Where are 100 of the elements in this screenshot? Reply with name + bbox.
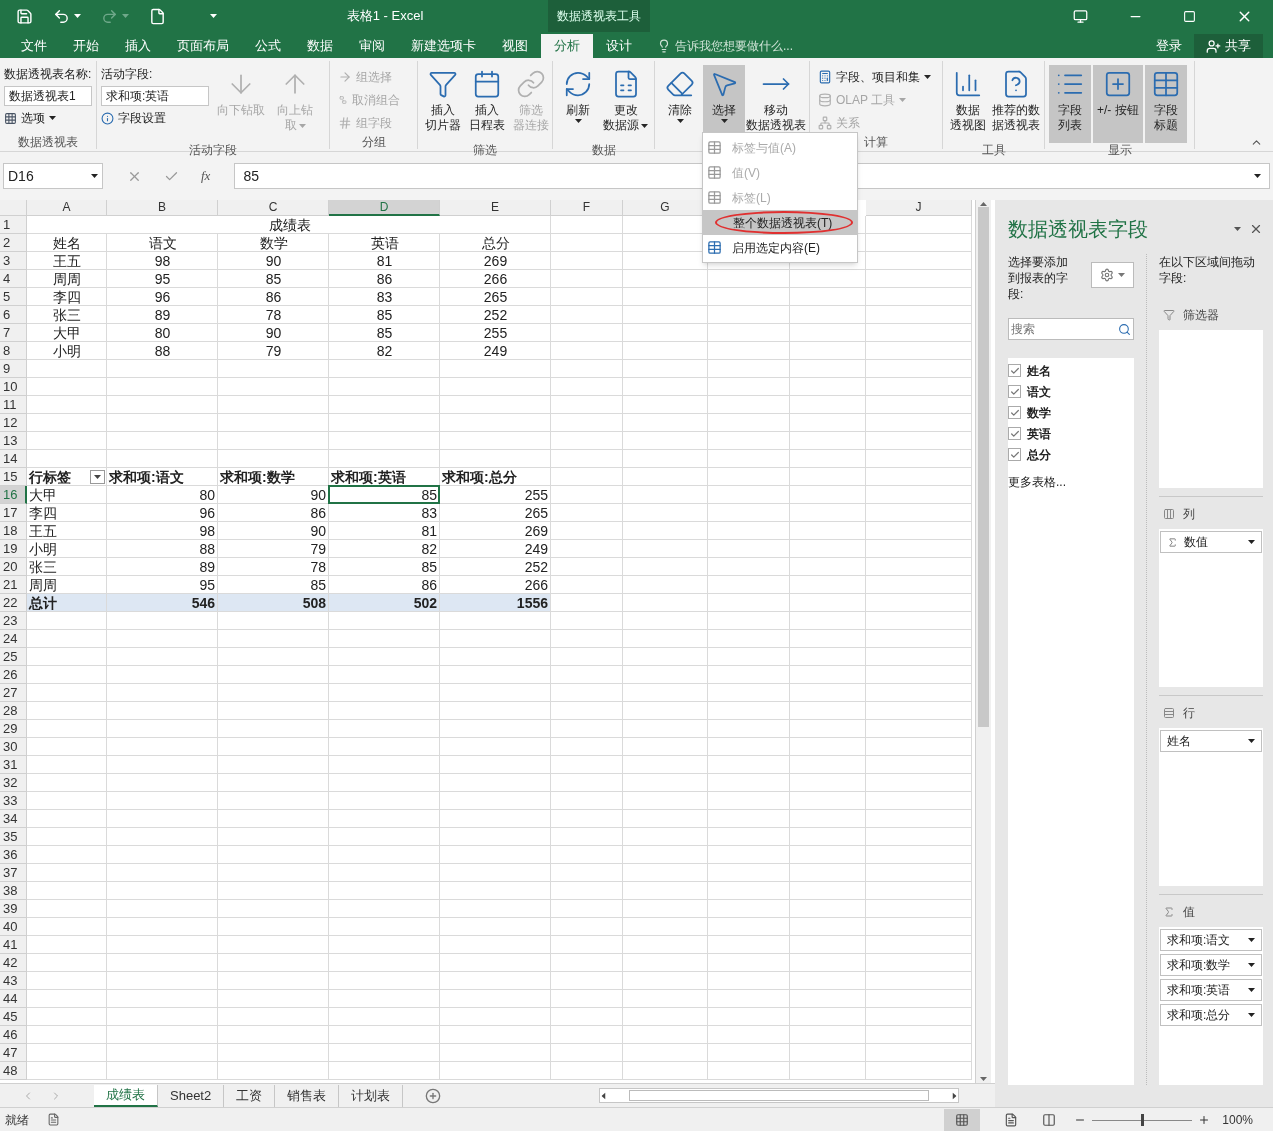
area-field-button[interactable]: 求和项:英语 bbox=[1160, 979, 1262, 1001]
row-header[interactable]: 21 bbox=[0, 576, 27, 594]
row-header[interactable]: 30 bbox=[0, 738, 27, 756]
ribbon-button[interactable]: 字段 列表 bbox=[1049, 65, 1091, 143]
menu-item[interactable]: 启用选定内容(E) bbox=[703, 235, 857, 260]
row-header[interactable]: 45 bbox=[0, 1008, 27, 1026]
area-field-button[interactable]: 数值 bbox=[1160, 531, 1262, 553]
checkbox[interactable] bbox=[1008, 364, 1021, 377]
row-header[interactable]: 23 bbox=[0, 612, 27, 630]
row-header[interactable]: 48 bbox=[0, 1062, 27, 1080]
checkbox[interactable] bbox=[1008, 385, 1021, 398]
row-header[interactable]: 40 bbox=[0, 918, 27, 936]
row-header[interactable]: 19 bbox=[0, 540, 27, 558]
field-checkbox[interactable]: 语文 bbox=[1008, 381, 1134, 402]
checkbox[interactable] bbox=[1008, 406, 1021, 419]
field-checkbox[interactable]: 英语 bbox=[1008, 423, 1134, 444]
row-header[interactable]: 25 bbox=[0, 648, 27, 666]
sign-in-link[interactable]: 登录 bbox=[1144, 34, 1194, 58]
row-header[interactable]: 42 bbox=[0, 954, 27, 972]
row-header[interactable]: 33 bbox=[0, 792, 27, 810]
share-button[interactable]: 共享 bbox=[1194, 34, 1263, 58]
ribbon-button[interactable]: 清除 bbox=[659, 65, 701, 143]
ribbon-tab[interactable]: 插入 bbox=[112, 34, 164, 58]
row-header[interactable]: 26 bbox=[0, 666, 27, 684]
row-header[interactable]: 31 bbox=[0, 756, 27, 774]
row-header[interactable]: 20 bbox=[0, 558, 27, 576]
ribbon-button[interactable]: 插入 日程表 bbox=[466, 65, 508, 143]
row-header[interactable]: 7 bbox=[0, 324, 27, 342]
ribbon-button[interactable]: 数据 透视图 bbox=[947, 65, 989, 143]
row-header[interactable]: 34 bbox=[0, 810, 27, 828]
row-header[interactable]: 38 bbox=[0, 882, 27, 900]
ribbon-tab[interactable]: 设计 bbox=[593, 34, 645, 58]
row-header[interactable]: 35 bbox=[0, 828, 27, 846]
ribbon-tab[interactable]: 公式 bbox=[242, 34, 294, 58]
zoom-level[interactable]: 100% bbox=[1222, 1110, 1253, 1129]
row-header[interactable]: 4 bbox=[0, 270, 27, 288]
row-header[interactable]: 47 bbox=[0, 1044, 27, 1062]
field-checkbox[interactable]: 数学 bbox=[1008, 402, 1134, 423]
drop-area[interactable]: 数值 bbox=[1159, 529, 1263, 687]
sheet-tab[interactable]: 成绩表 bbox=[94, 1084, 158, 1107]
ribbon-tab[interactable]: 新建选项卡 bbox=[398, 34, 489, 58]
row-header[interactable]: 15 bbox=[0, 468, 27, 486]
save-icon[interactable] bbox=[16, 7, 33, 25]
ribbon-tab[interactable]: 审阅 bbox=[346, 34, 398, 58]
ribbon-tab[interactable]: 分析 bbox=[541, 34, 593, 58]
row-header[interactable]: 39 bbox=[0, 900, 27, 918]
new-file-icon[interactable] bbox=[149, 7, 166, 25]
row-header[interactable]: 32 bbox=[0, 774, 27, 792]
pivot-name-field[interactable]: 数据透视表1 bbox=[4, 86, 92, 106]
row-header[interactable]: 24 bbox=[0, 630, 27, 648]
row-header[interactable]: 13 bbox=[0, 432, 27, 450]
add-sheet-icon[interactable] bbox=[425, 1087, 442, 1104]
macro-record-icon[interactable] bbox=[47, 1113, 60, 1126]
normal-view-icon[interactable] bbox=[955, 1112, 970, 1127]
column-header[interactable]: F bbox=[551, 200, 623, 216]
undo-icon[interactable] bbox=[53, 7, 70, 25]
drop-area[interactable]: 姓名 bbox=[1159, 728, 1263, 886]
drop-area[interactable]: 求和项:语文 求和项:数学 求和项:英语 求和项:总分 bbox=[1159, 927, 1263, 1085]
field-settings-button[interactable]: 字段设置 bbox=[101, 109, 209, 127]
row-header[interactable]: 28 bbox=[0, 702, 27, 720]
ribbon-button[interactable]: +/- 按钮 bbox=[1093, 65, 1143, 143]
column-header[interactable]: C bbox=[218, 200, 329, 216]
sheet-tab[interactable]: Sheet2 bbox=[158, 1084, 225, 1107]
ribbon-tab[interactable]: 视图 bbox=[489, 34, 541, 58]
page-layout-icon[interactable] bbox=[1004, 1112, 1019, 1127]
ribbon-display-icon[interactable] bbox=[1073, 8, 1088, 24]
ribbon-button[interactable]: 刷新 bbox=[557, 65, 599, 143]
menu-item[interactable]: 整个数据透视表(T) bbox=[703, 210, 857, 235]
row-header[interactable]: 29 bbox=[0, 720, 27, 738]
row-header[interactable]: 3 bbox=[0, 252, 27, 270]
more-tables-link[interactable]: 更多表格... bbox=[1008, 473, 1134, 491]
zoom-slider[interactable] bbox=[1092, 1113, 1193, 1126]
checkbox[interactable] bbox=[1008, 448, 1021, 461]
row-header[interactable]: 6 bbox=[0, 306, 27, 324]
row-header[interactable]: 16 bbox=[0, 486, 27, 504]
ribbon-tab[interactable]: 数据 bbox=[294, 34, 346, 58]
column-header[interactable]: A bbox=[27, 200, 107, 216]
row-header[interactable]: 9 bbox=[0, 360, 27, 378]
row-header[interactable]: 44 bbox=[0, 990, 27, 1008]
row-header[interactable]: 14 bbox=[0, 450, 27, 468]
field-checkbox[interactable]: 姓名 bbox=[1008, 360, 1134, 381]
row-header[interactable]: 36 bbox=[0, 846, 27, 864]
horizontal-scrollbar[interactable] bbox=[599, 1088, 960, 1103]
row-header[interactable]: 2 bbox=[0, 234, 27, 252]
row-header[interactable]: 11 bbox=[0, 396, 27, 414]
settings-button[interactable] bbox=[1091, 262, 1134, 288]
column-header[interactable]: B bbox=[107, 200, 218, 216]
zoom-in-icon[interactable] bbox=[1198, 1113, 1211, 1126]
row-header[interactable]: 18 bbox=[0, 522, 27, 540]
row-header[interactable]: 5 bbox=[0, 288, 27, 306]
insert-function-button[interactable]: fx bbox=[201, 166, 211, 186]
search-field[interactable]: 搜索 bbox=[1008, 318, 1134, 340]
area-field-button[interactable]: 求和项:数学 bbox=[1160, 954, 1262, 976]
checkbox[interactable] bbox=[1008, 427, 1021, 440]
filter-dropdown-button[interactable] bbox=[90, 470, 105, 484]
column-header[interactable]: J bbox=[866, 200, 972, 216]
ribbon-tab[interactable]: 开始 bbox=[60, 34, 112, 58]
row-header[interactable]: 43 bbox=[0, 972, 27, 990]
zoom-slider-thumb[interactable] bbox=[1140, 1113, 1144, 1126]
area-field-button[interactable]: 求和项:语文 bbox=[1160, 929, 1262, 951]
